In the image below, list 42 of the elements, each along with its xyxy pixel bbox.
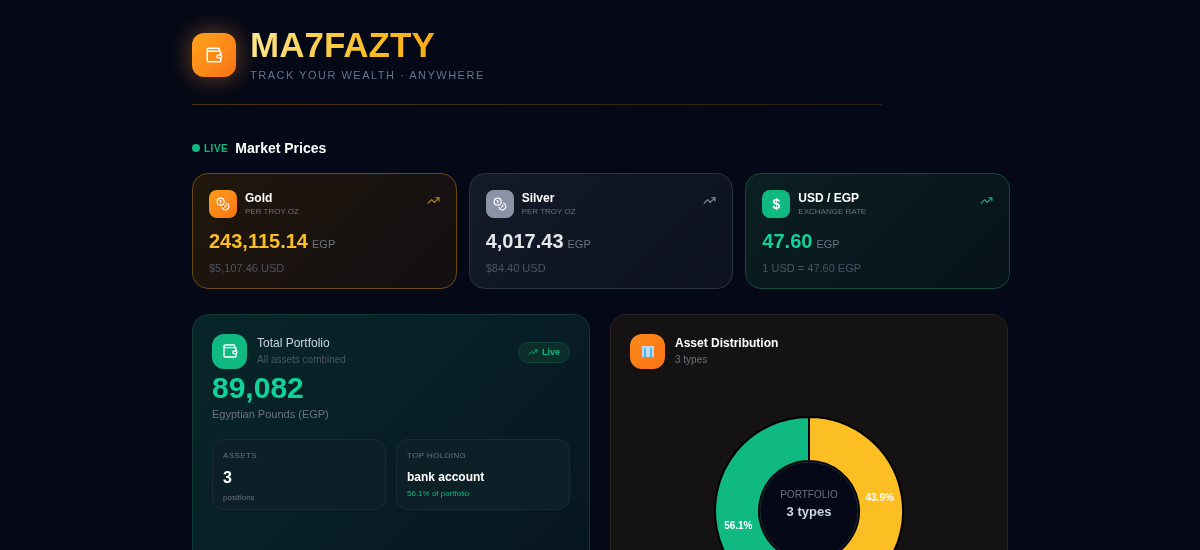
trend-icon xyxy=(528,347,538,358)
building-icon xyxy=(630,333,665,369)
asset-name: Gold xyxy=(245,189,274,206)
price-currency: EGP xyxy=(567,236,591,252)
card-title: Asset Distribution xyxy=(675,334,779,352)
stat-note: 56.1% of portfolio xyxy=(407,488,471,500)
coins-icon xyxy=(209,189,237,218)
live-badge: Live xyxy=(518,341,570,363)
asset-name: USD / EGP xyxy=(798,189,861,206)
card-title: Total Portfolio xyxy=(257,334,331,352)
portfolio-total: 89,082 xyxy=(212,369,305,406)
wallet-icon xyxy=(212,333,247,369)
asset-unit: PER TROY OZ xyxy=(521,205,576,218)
price-value: 243,115.14 xyxy=(209,228,308,254)
card-subtitle: 3 types xyxy=(675,352,709,367)
stat-value: 3 xyxy=(223,468,233,488)
price-value: 47.60 xyxy=(762,228,813,254)
price-secondary: 1 USD = 47.60 EGP xyxy=(762,260,863,276)
center-label: PORTFOLIO xyxy=(780,487,838,502)
live-label: LIVE xyxy=(204,141,229,156)
price-currency: EGP xyxy=(816,236,840,252)
price-secondary: $84.40 USD xyxy=(485,260,547,276)
center-value: 3 types xyxy=(786,502,832,521)
stat-note: positions xyxy=(223,492,256,504)
stat-label: TOP HOLDING xyxy=(407,450,468,462)
slice-label: 56.1% xyxy=(724,519,753,531)
asset-unit: EXCHANGE RATE xyxy=(798,205,867,218)
section-title: Market Prices xyxy=(235,138,327,158)
slice-label: 43.9% xyxy=(865,491,894,503)
coins-icon xyxy=(485,189,514,218)
asset-name: Silver xyxy=(521,189,556,206)
asset-unit: PER TROY OZ xyxy=(245,205,299,218)
price-secondary: $5,107.46 USD xyxy=(209,260,286,276)
app-tagline: TRACK YOUR WEALTH · ANYWHERE xyxy=(250,68,485,83)
card-subtitle: All assets combined xyxy=(257,352,346,367)
wallet-logo-icon xyxy=(192,33,236,78)
stat-label: ASSETS xyxy=(223,450,258,462)
price-value: 4,017.43 xyxy=(485,228,564,254)
stat-value: bank account xyxy=(407,469,486,486)
currency-label: Egyptian Pounds (EGP) xyxy=(212,406,330,422)
dollar-icon: $ xyxy=(762,189,791,218)
price-currency: EGP xyxy=(312,236,336,252)
